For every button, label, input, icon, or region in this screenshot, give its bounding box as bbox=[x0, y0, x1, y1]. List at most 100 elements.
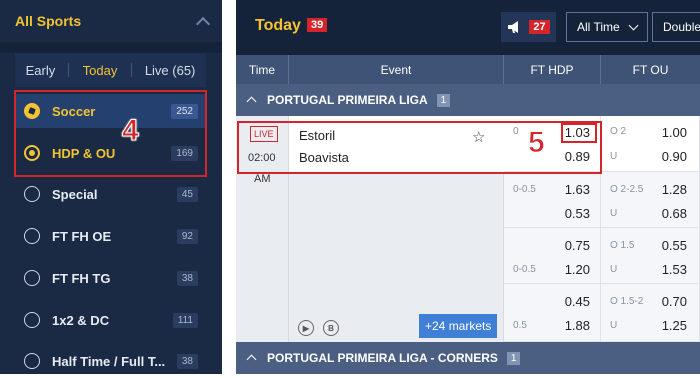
league-header[interactable]: PORTUGAL PRIMEIRA LIGA 1 bbox=[236, 84, 700, 116]
ou-line: O 1.5-2 bbox=[610, 296, 644, 307]
radio-icon bbox=[24, 228, 40, 244]
sidebar-item-soccer[interactable]: Soccer 252 bbox=[15, 94, 206, 128]
sidebar-header[interactable]: All Sports bbox=[0, 0, 222, 42]
ou-over-odds[interactable]: 0.55 bbox=[662, 238, 687, 253]
league-header[interactable]: PORTUGAL PRIMEIRA LIGA - CORNERS 1 bbox=[236, 342, 700, 374]
sidebar-item-ft-fh-oe[interactable]: FT FH OE 92 bbox=[15, 219, 206, 253]
hdp-away-odds[interactable]: 1.88 bbox=[565, 318, 590, 333]
ou-cell[interactable]: O 2 U 1.00 0.90 bbox=[601, 116, 700, 172]
announcement-count-badge: 27 bbox=[529, 20, 550, 34]
step-5-label: 5 bbox=[528, 126, 546, 160]
sidebar-item-count: 252 bbox=[171, 103, 198, 119]
sidebar-item-1x2-dc[interactable]: 1x2 & DC 111 bbox=[15, 303, 206, 337]
hdp-cell[interactable]: 0-0.5 0.75 1.20 bbox=[504, 228, 601, 284]
radio-icon bbox=[24, 353, 40, 369]
ou-over-odds[interactable]: 1.00 bbox=[662, 125, 687, 140]
ou-under-label: U bbox=[610, 264, 618, 275]
chevron-up-icon[interactable] bbox=[195, 16, 211, 31]
radio-selected-icon bbox=[24, 145, 40, 161]
ou-under-odds[interactable]: 0.68 bbox=[662, 206, 687, 221]
hdp-home-odds[interactable]: 0.45 bbox=[565, 294, 590, 309]
sidebar-item-count: 38 bbox=[176, 353, 198, 369]
sidebar-item-label: FT FH TG bbox=[52, 270, 111, 286]
page-title: Today bbox=[255, 17, 301, 34]
sidebar-item-special[interactable]: Special 45 bbox=[15, 177, 206, 211]
league-count: 1 bbox=[436, 93, 451, 107]
b-icon[interactable]: B bbox=[323, 320, 339, 336]
odds-type-select[interactable]: Double bbox=[652, 12, 700, 42]
column-header-event: Event bbox=[289, 55, 504, 84]
sidebar-item-ft-fh-tg[interactable]: FT FH TG 38 bbox=[15, 261, 206, 295]
ou-under-label: U bbox=[610, 208, 618, 219]
hdp-home-odds[interactable]: 1.63 bbox=[565, 182, 590, 197]
tab-early[interactable]: Early bbox=[26, 63, 56, 78]
tab-today[interactable]: Today bbox=[83, 63, 118, 78]
sidebar-item-hdp-ou[interactable]: HDP & OU 169 bbox=[15, 136, 206, 170]
sidebar-item-count: 38 bbox=[176, 270, 198, 286]
sidebar-item-label: Half Time / Full T... bbox=[52, 353, 166, 369]
megaphone-icon bbox=[508, 21, 519, 33]
hdp-line: 0-0.5 bbox=[513, 184, 536, 195]
time-column: LIVE 02:00 AM bbox=[236, 116, 289, 342]
play-icon[interactable]: ▶ bbox=[298, 320, 314, 336]
sidebar-item-label: FT FH OE bbox=[52, 228, 112, 244]
table-header: Time Event FT HDP FT OU bbox=[236, 55, 700, 84]
radio-icon bbox=[24, 186, 40, 202]
time-filter-select[interactable]: All Time bbox=[566, 12, 648, 42]
ou-line: O 2-2.5 bbox=[610, 184, 644, 195]
announcement-button[interactable]: 27 bbox=[501, 12, 556, 42]
sidebar-item-count: 92 bbox=[176, 228, 198, 244]
more-markets-button[interactable]: +24 markets bbox=[419, 314, 498, 338]
tab-live[interactable]: Live (65) bbox=[145, 63, 196, 78]
ou-under-odds[interactable]: 0.90 bbox=[662, 149, 687, 164]
panel-divider bbox=[222, 0, 236, 374]
sidebar-item-label: 1x2 & DC bbox=[52, 312, 110, 328]
sidebar-item-label: Soccer bbox=[52, 103, 96, 119]
hdp-cell[interactable]: 0.5 0.45 1.88 bbox=[504, 284, 601, 342]
ou-over-odds[interactable]: 1.28 bbox=[662, 182, 687, 197]
ou-under-odds[interactable]: 1.25 bbox=[662, 318, 687, 333]
sidebar-title: All Sports bbox=[15, 13, 82, 29]
match-grid: LIVE 02:00 AM Estoril Boavista ☆ ▶ B +24… bbox=[236, 116, 700, 342]
time-filter-value: All Time bbox=[577, 20, 620, 34]
sidebar-gap bbox=[0, 42, 222, 53]
tab-divider bbox=[130, 63, 132, 77]
top-bar: Today 39 27 All Time Double bbox=[236, 0, 700, 55]
hdp-line: 0-0.5 bbox=[513, 264, 536, 275]
hdp-line: 0.5 bbox=[513, 320, 527, 331]
sidebar-item-count: 111 bbox=[172, 312, 198, 328]
ou-cell[interactable]: O 1.5-2 U 0.70 1.25 bbox=[601, 284, 700, 342]
odds-type-value: Double bbox=[663, 20, 700, 34]
ou-over-odds[interactable]: 0.70 bbox=[662, 294, 687, 309]
kickoff-time: 02:00 bbox=[248, 152, 276, 164]
event-column: Estoril Boavista ☆ ▶ B +24 markets bbox=[289, 116, 504, 342]
kickoff-ampm: AM bbox=[254, 173, 271, 185]
ou-line: O 2 bbox=[610, 126, 627, 137]
hdp-home-odds[interactable]: 0.75 bbox=[565, 238, 590, 253]
chevron-down-icon bbox=[628, 20, 639, 30]
sidebar-item-half-time-full-time[interactable]: Half Time / Full T... 38 bbox=[15, 344, 206, 378]
column-header-ft-hdp: FT HDP bbox=[504, 55, 601, 84]
ou-cell[interactable]: O 1.5 U 0.55 1.53 bbox=[601, 228, 700, 284]
favorite-star-icon[interactable]: ☆ bbox=[472, 128, 485, 146]
home-team[interactable]: Estoril bbox=[299, 128, 335, 143]
ou-cell[interactable]: O 2-2.5 U 1.28 0.68 bbox=[601, 172, 700, 228]
hdp-cell[interactable]: 0 1.03 0.89 bbox=[504, 116, 601, 172]
hdp-home-odds[interactable]: 1.03 bbox=[565, 125, 590, 140]
league-count: 1 bbox=[506, 351, 521, 365]
radio-icon bbox=[24, 312, 40, 328]
ou-under-odds[interactable]: 1.53 bbox=[662, 262, 687, 277]
hdp-away-odds[interactable]: 0.53 bbox=[565, 206, 590, 221]
sidebar-item-count: 45 bbox=[176, 186, 198, 202]
away-team[interactable]: Boavista bbox=[299, 150, 349, 165]
hdp-away-odds[interactable]: 1.20 bbox=[565, 262, 590, 277]
step-4-label: 4 bbox=[122, 114, 140, 148]
hdp-cell[interactable]: 0-0.5 1.63 0.53 bbox=[504, 172, 601, 228]
chevron-up-icon bbox=[246, 354, 257, 365]
radio-icon bbox=[24, 270, 40, 286]
hdp-away-odds[interactable]: 0.89 bbox=[565, 149, 590, 164]
sports-sidebar: All Sports Early Today Live (65) Soccer … bbox=[0, 0, 222, 374]
column-header-time: Time bbox=[236, 55, 289, 84]
column-header-ft-ou: FT OU bbox=[632, 62, 669, 77]
tab-divider bbox=[68, 63, 70, 77]
